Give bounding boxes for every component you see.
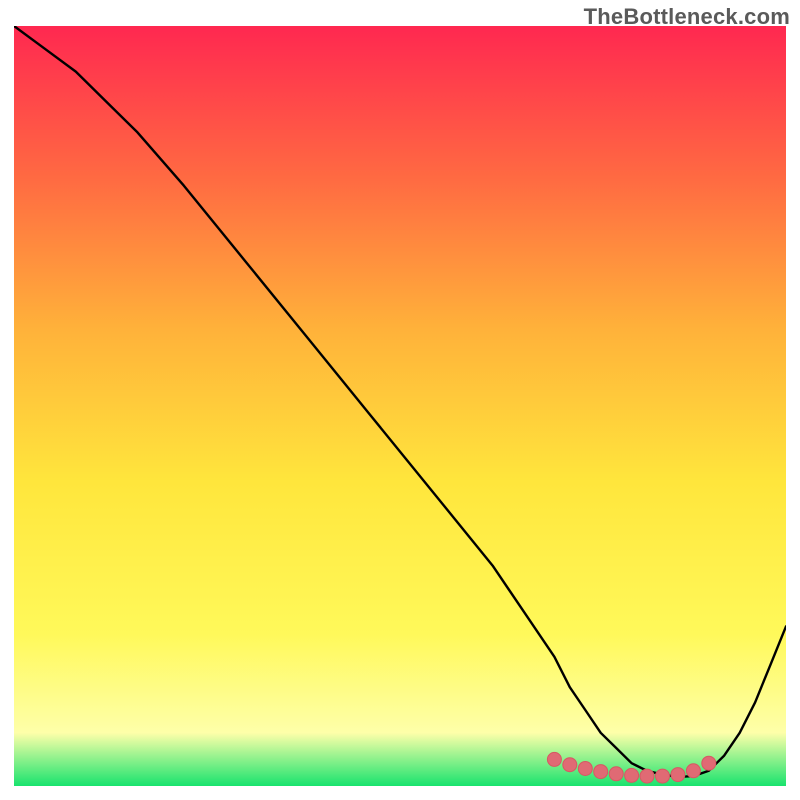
optimal-marker [625,768,639,782]
watermark-text: TheBottleneck.com [584,4,790,30]
chart-svg [14,26,786,786]
plot-area [14,26,786,786]
optimal-marker [578,762,592,776]
chart-stage: TheBottleneck.com [0,0,800,800]
optimal-marker [609,767,623,781]
optimal-marker [547,752,561,766]
optimal-marker [563,758,577,772]
optimal-marker [686,764,700,778]
optimal-marker [671,768,685,782]
optimal-marker [656,769,670,783]
optimal-marker [594,765,608,779]
optimal-marker [702,756,716,770]
optimal-marker [640,769,654,783]
gradient-background [14,26,786,786]
